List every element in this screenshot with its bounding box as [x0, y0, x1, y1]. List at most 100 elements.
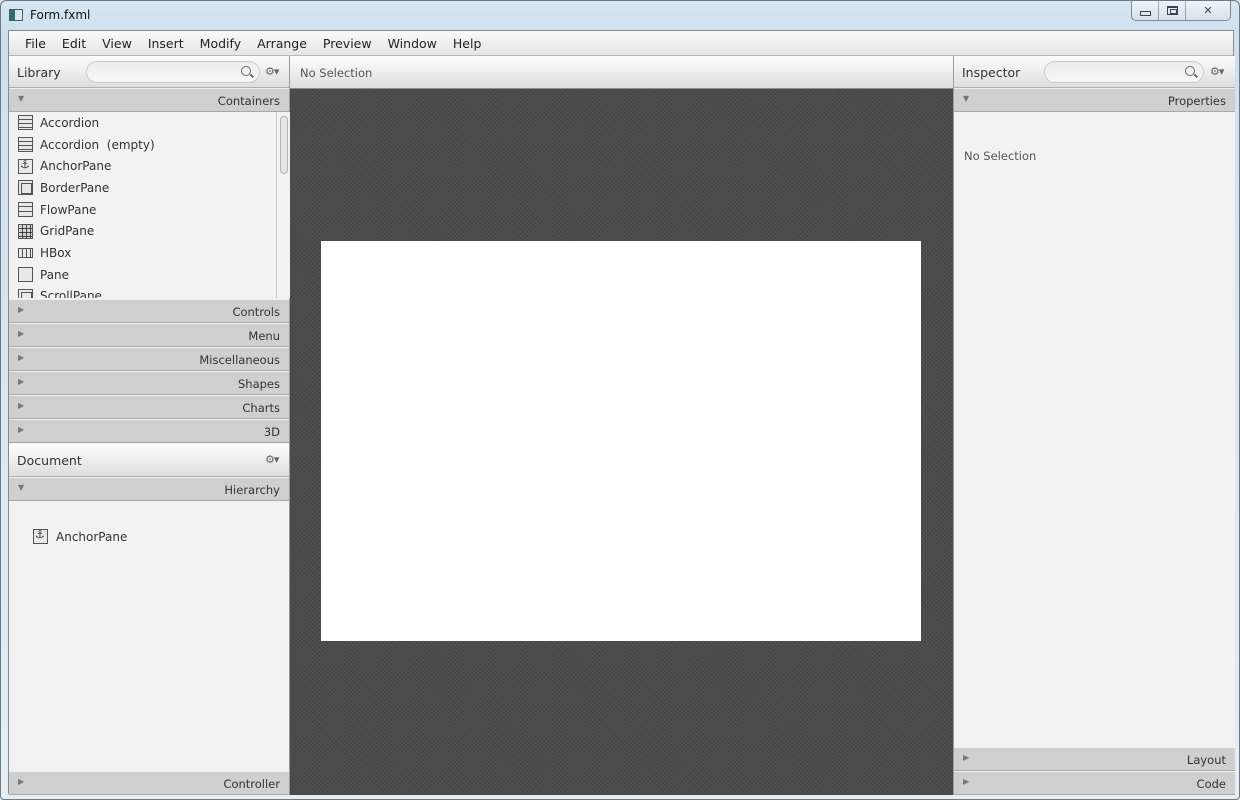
- library-scrollbar[interactable]: [276, 112, 290, 298]
- library-gear-icon[interactable]: ⚙▾: [265, 65, 279, 78]
- design-canvas[interactable]: [290, 89, 953, 795]
- document-header: Document ⚙▾: [9, 444, 289, 477]
- close-button[interactable]: ✕: [1186, 1, 1230, 20]
- section-label: Controller: [223, 777, 280, 791]
- library-item[interactable]: Accordion (empty): [9, 134, 290, 156]
- scrollpane-icon: [18, 288, 33, 298]
- menu-edit[interactable]: Edit: [54, 31, 94, 55]
- document-title: Document: [17, 453, 82, 468]
- scrollbar-thumb[interactable]: [280, 116, 288, 174]
- section-3d[interactable]: ▶ 3D: [9, 419, 289, 443]
- library-item[interactable]: Accordion: [9, 112, 290, 134]
- section-label: Miscellaneous: [199, 353, 280, 367]
- collapse-arrow-icon: ▶: [18, 401, 25, 410]
- search-icon: [1185, 66, 1195, 76]
- gridpane-icon: [18, 223, 33, 239]
- section-menu[interactable]: ▶ Menu: [9, 323, 289, 347]
- section-containers[interactable]: ▼ Containers: [9, 88, 289, 112]
- content-panel: No Selection: [290, 56, 953, 795]
- selection-status: No Selection: [300, 66, 373, 80]
- flowpane-icon: [18, 202, 33, 218]
- section-controls[interactable]: ▶ Controls: [9, 299, 289, 323]
- search-icon: [241, 66, 251, 76]
- collapse-arrow-icon: ▶: [18, 777, 25, 786]
- pane-icon: [18, 267, 33, 283]
- library-item-label: BorderPane: [40, 180, 110, 195]
- section-label: Shapes: [237, 377, 280, 391]
- maximize-button[interactable]: [1159, 1, 1186, 20]
- collapse-arrow-icon: ▶: [18, 305, 25, 314]
- library-search-input[interactable]: [86, 61, 260, 83]
- library-item-label: Accordion (empty): [40, 137, 155, 152]
- section-label: 3D: [263, 425, 280, 439]
- inspector-panel: Inspector ⚙▾ ▼ Properties No Selection ▶…: [953, 56, 1235, 795]
- anchorpane-icon: [18, 158, 33, 174]
- inspector-search-input[interactable]: [1044, 61, 1204, 83]
- library-item-label: Accordion: [40, 115, 100, 130]
- expand-arrow-icon: ▼: [18, 94, 25, 103]
- menu-file[interactable]: File: [17, 31, 54, 55]
- library-item-label: Pane: [40, 267, 70, 282]
- section-shapes[interactable]: ▶ Shapes: [9, 371, 289, 395]
- collapse-arrow-icon: ▶: [963, 753, 970, 762]
- menu-help[interactable]: Help: [445, 31, 490, 55]
- left-panel: Library ⚙▾ ▼ Containers Accordion Accord…: [9, 56, 290, 795]
- section-label: Charts: [242, 401, 280, 415]
- library-item[interactable]: FlowPane: [9, 199, 290, 221]
- maximize-icon: [1166, 6, 1178, 15]
- section-controller[interactable]: ▶ Controller: [9, 771, 289, 795]
- app-icon: [9, 9, 23, 21]
- section-label: Menu: [248, 329, 280, 343]
- section-properties[interactable]: ▼ Properties: [954, 88, 1235, 112]
- anchorpane-canvas[interactable]: [321, 241, 921, 641]
- collapse-arrow-icon: ▶: [18, 377, 25, 386]
- menu-modify[interactable]: Modify: [192, 31, 249, 55]
- section-charts[interactable]: ▶ Charts: [9, 395, 289, 419]
- menu-preview[interactable]: Preview: [315, 31, 380, 55]
- borderpane-icon: [18, 180, 33, 196]
- library-item[interactable]: HBox: [9, 242, 290, 264]
- collapse-arrow-icon: ▶: [18, 425, 25, 434]
- accordion-icon: [18, 115, 33, 131]
- library-item-label: HBox: [40, 245, 72, 260]
- menu-arrange[interactable]: Arrange: [249, 31, 315, 55]
- library-item[interactable]: ScrollPane: [9, 286, 290, 298]
- minimize-button[interactable]: [1132, 1, 1159, 20]
- inspector-gear-icon[interactable]: ⚙▾: [1210, 65, 1224, 78]
- window-title: Form.fxml: [30, 8, 91, 22]
- section-hierarchy[interactable]: ▼ Hierarchy: [9, 477, 289, 501]
- inspector-status: No Selection: [964, 149, 1037, 163]
- library-title: Library: [17, 65, 61, 80]
- close-icon: ✕: [1203, 4, 1213, 17]
- library-item[interactable]: BorderPane: [9, 177, 290, 199]
- menu-insert[interactable]: Insert: [140, 31, 192, 55]
- section-label: Code: [1196, 777, 1226, 791]
- hierarchy-item-label: AnchorPane: [56, 529, 128, 544]
- menu-window[interactable]: Window: [380, 31, 445, 55]
- anchorpane-icon: [33, 528, 48, 544]
- inspector-header: Inspector ⚙▾: [954, 56, 1235, 88]
- accordion-icon: [18, 137, 33, 153]
- section-label: Layout: [1186, 753, 1226, 767]
- hbox-icon: [18, 247, 33, 258]
- minimize-icon: [1139, 10, 1151, 16]
- library-header: Library ⚙▾: [9, 56, 289, 88]
- library-item-label: ScrollPane: [40, 289, 102, 298]
- library-item[interactable]: AnchorPane: [9, 155, 290, 177]
- expand-arrow-icon: ▼: [18, 483, 25, 492]
- menu-view[interactable]: View: [94, 31, 140, 55]
- expand-arrow-icon: ▼: [963, 94, 970, 103]
- section-code[interactable]: ▶ Code: [954, 771, 1235, 795]
- section-label: Controls: [232, 305, 280, 319]
- menu-bar: File Edit View Insert Modify Arrange Pre…: [9, 31, 1233, 56]
- title-bar[interactable]: Form.fxml ✕: [1, 1, 1239, 30]
- section-layout[interactable]: ▶ Layout: [954, 747, 1235, 771]
- library-item[interactable]: Pane: [9, 264, 290, 286]
- section-miscellaneous[interactable]: ▶ Miscellaneous: [9, 347, 289, 371]
- section-label: Hierarchy: [224, 483, 280, 497]
- hierarchy-item[interactable]: AnchorPane: [33, 528, 128, 544]
- app-window: Form.fxml ✕ File Edit View Insert Modify…: [0, 0, 1240, 800]
- document-gear-icon[interactable]: ⚙▾: [265, 453, 279, 466]
- library-item[interactable]: GridPane: [9, 220, 290, 242]
- app-client-area: File Edit View Insert Modify Arrange Pre…: [8, 30, 1235, 795]
